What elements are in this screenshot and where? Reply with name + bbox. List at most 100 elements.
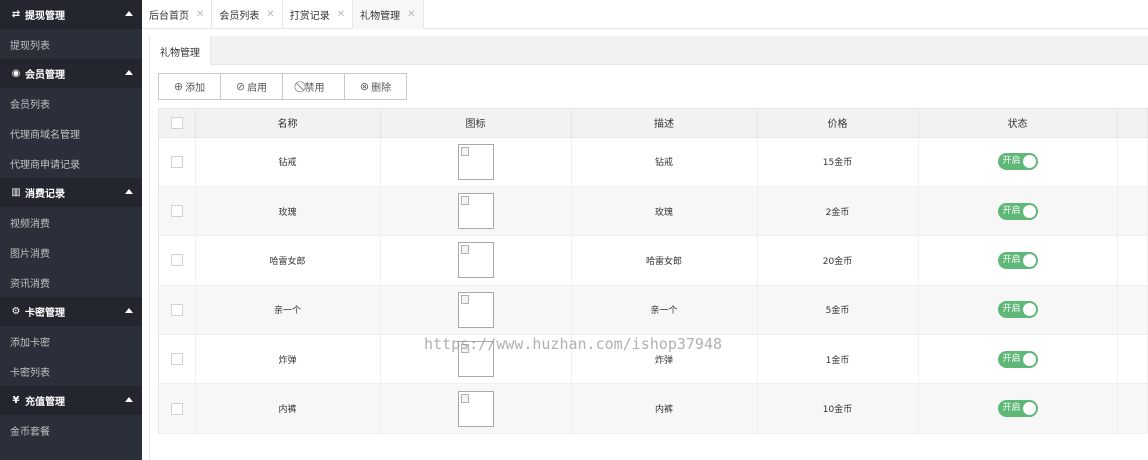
toggle-knob (1022, 253, 1036, 267)
close-icon[interactable]: ✕ (337, 9, 345, 20)
sidebar-item[interactable]: 卡密列表 (0, 356, 142, 386)
extra-cell (1117, 137, 1148, 187)
gift-price: 10金币 (757, 383, 919, 434)
column-header-extra (1117, 109, 1148, 138)
caret-up-icon (125, 189, 133, 194)
add-button[interactable]: ⊕ 添加 (158, 73, 221, 100)
broken-image-icon (457, 143, 494, 180)
sidebar-group-header[interactable]: ⇄ 提现管理 (0, 0, 142, 29)
table-row: 内裤 内裤 10金币 开启 (159, 383, 1148, 434)
row-checkbox[interactable] (170, 155, 183, 168)
gift-name: 钻戒 (195, 137, 381, 187)
gift-name: 哈雷女郎 (195, 235, 381, 286)
select-all-checkbox[interactable] (170, 116, 183, 129)
toggle-knob (1022, 303, 1036, 317)
tab-label: 会员列表 (219, 11, 260, 22)
gift-price: 5金币 (757, 285, 919, 336)
status-toggle[interactable]: 开启 (997, 251, 1038, 269)
close-icon[interactable]: ✕ (196, 9, 204, 20)
broken-image-icon (457, 291, 494, 328)
sidebar-item[interactable]: 资讯消费 (0, 267, 142, 297)
header-select-all (159, 109, 196, 138)
gift-status-cell: 开启 (918, 334, 1118, 385)
gift-status-cell: 开启 (918, 383, 1118, 434)
disable-button[interactable]: ⃠禁用 (282, 73, 345, 100)
sidebar-item[interactable]: 提现列表 (0, 29, 142, 59)
add-button-label: 添加 (185, 83, 206, 94)
sidebar-item[interactable]: 添加卡密 (0, 326, 142, 356)
row-select-cell (159, 334, 196, 385)
broken-image-icon (457, 193, 494, 230)
tab-3[interactable]: 礼物管理 ✕ (353, 0, 424, 29)
sidebar-group-title: 消费记录 (25, 189, 65, 200)
enable-button[interactable]: ⊘ 启用 (220, 73, 283, 100)
gift-description: 亲一个 (571, 285, 758, 336)
gift-status-cell: 开启 (918, 137, 1118, 187)
gift-price: 20金币 (757, 235, 919, 286)
user-icon: ◉ (11, 68, 21, 79)
row-checkbox[interactable] (170, 353, 183, 366)
extra-cell (1117, 186, 1148, 237)
gift-table: 名称 图标 描述 价格 状态 钻戒 钻戒 15金币 开启 玫瑰 玫瑰 2金币 开启 哈雷女郎 哈雷… (158, 108, 1148, 434)
row-checkbox[interactable] (170, 303, 183, 316)
status-toggle[interactable]: 开启 (997, 400, 1038, 418)
row-checkbox[interactable] (170, 254, 183, 267)
status-toggle-label: 开启 (1002, 156, 1021, 167)
close-icon[interactable]: ✕ (407, 9, 415, 20)
sidebar-group-title: 提现管理 (25, 11, 65, 22)
sidebar-group-header[interactable]: ◉ 会员管理 (0, 59, 142, 88)
toggle-knob (1022, 352, 1036, 366)
column-header-price: 价格 (757, 109, 919, 138)
sidebar-item[interactable]: 代理商申请记录 (0, 148, 142, 178)
row-checkbox[interactable] (170, 205, 183, 218)
column-header-name: 名称 (195, 109, 381, 138)
table-row: 玫瑰 玫瑰 2金币 开启 (159, 186, 1148, 237)
sidebar-group-header[interactable]: ⚙ 卡密管理 (0, 297, 142, 326)
broken-image-icon (457, 242, 494, 279)
caret-up-icon (125, 70, 133, 75)
status-toggle[interactable]: 开启 (997, 202, 1038, 220)
page-tab-gift-management[interactable]: 礼物管理 (150, 36, 211, 66)
status-toggle-label: 开启 (1002, 353, 1021, 364)
gift-name: 炸弹 (195, 334, 381, 385)
sidebar-item[interactable]: 会员列表 (0, 88, 142, 118)
gift-icon-cell (380, 285, 572, 336)
table-row: 钻戒 钻戒 15金币 开启 (159, 137, 1148, 187)
disable-button-label: 禁用 (304, 83, 325, 94)
status-toggle-label: 开启 (1002, 254, 1021, 265)
bar-chart-icon: ▥ (11, 187, 21, 198)
tab-2[interactable]: 打赏记录 ✕ (283, 0, 354, 29)
status-toggle[interactable]: 开启 (997, 301, 1038, 319)
gift-status-cell: 开启 (918, 235, 1118, 286)
toolbar: ⊕添加⊘启用⃠禁用⊗删除 (158, 73, 407, 100)
tab-label: 打赏记录 (289, 11, 330, 22)
sidebar-item[interactable]: 金币套餐 (0, 415, 142, 445)
sidebar-group-header[interactable]: ¥ 充值管理 (0, 386, 142, 415)
exchange-icon: ⇄ (11, 9, 21, 20)
yen-icon: ¥ (12, 395, 20, 406)
gift-price: 15金币 (757, 137, 919, 187)
x-circle-icon: ⊗ (359, 80, 370, 93)
gift-status-cell: 开启 (918, 285, 1118, 336)
close-icon[interactable]: ✕ (266, 9, 274, 20)
column-header-status: 状态 (918, 109, 1118, 138)
tab-0[interactable]: 后台首页 ✕ (142, 0, 213, 29)
status-toggle-label: 开启 (1002, 304, 1021, 315)
row-select-cell (159, 137, 196, 187)
sidebar: ⇄ 提现管理提现列表 ◉ 会员管理 会员列表 代理商域名管理 代理商申请记录 ▥ 消费记录视频消… (0, 0, 142, 460)
status-toggle[interactable]: 开启 (997, 350, 1038, 368)
plus-circle-icon: ⊕ (173, 80, 184, 93)
status-toggle[interactable]: 开启 (997, 153, 1038, 171)
sidebar-group-header[interactable]: ▥ 消费记录 (0, 178, 142, 207)
row-select-cell (159, 285, 196, 336)
tab-1[interactable]: 会员列表 ✕ (212, 0, 283, 29)
extra-cell (1117, 383, 1148, 434)
sidebar-item[interactable]: 视频消费 (0, 207, 142, 237)
delete-button[interactable]: ⊗ 删除 (344, 73, 407, 100)
toggle-knob (1022, 402, 1036, 416)
sidebar-item[interactable]: 代理商域名管理 (0, 118, 142, 148)
extra-cell (1117, 285, 1148, 336)
sidebar-item[interactable]: 图片消费 (0, 237, 142, 267)
row-checkbox[interactable] (170, 402, 183, 415)
tab-label: 后台首页 (149, 11, 189, 22)
